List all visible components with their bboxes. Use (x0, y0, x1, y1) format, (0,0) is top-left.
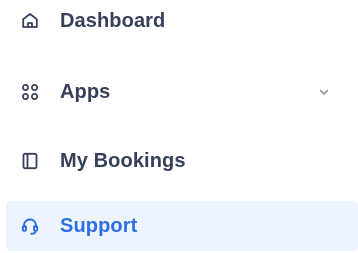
sidebar-item-label: Apps (60, 80, 111, 103)
chevron-down-icon (319, 89, 329, 95)
sidebar-item-label: Support (60, 214, 138, 237)
sidebar-menu: Dashboard Apps My Bookings Support (0, 0, 358, 253)
sidebar-item-label: My Bookings (60, 149, 186, 172)
headset-icon (20, 216, 40, 236)
sidebar-item-label: Dashboard (60, 9, 166, 32)
sidebar-item-my-bookings[interactable]: My Bookings (6, 136, 358, 186)
apps-icon (20, 82, 40, 102)
home-icon (20, 11, 40, 31)
book-icon (20, 151, 40, 171)
sidebar-item-apps[interactable]: Apps (6, 67, 358, 117)
sidebar-item-support[interactable]: Support (6, 201, 358, 251)
sidebar-item-dashboard[interactable]: Dashboard (6, 0, 358, 46)
